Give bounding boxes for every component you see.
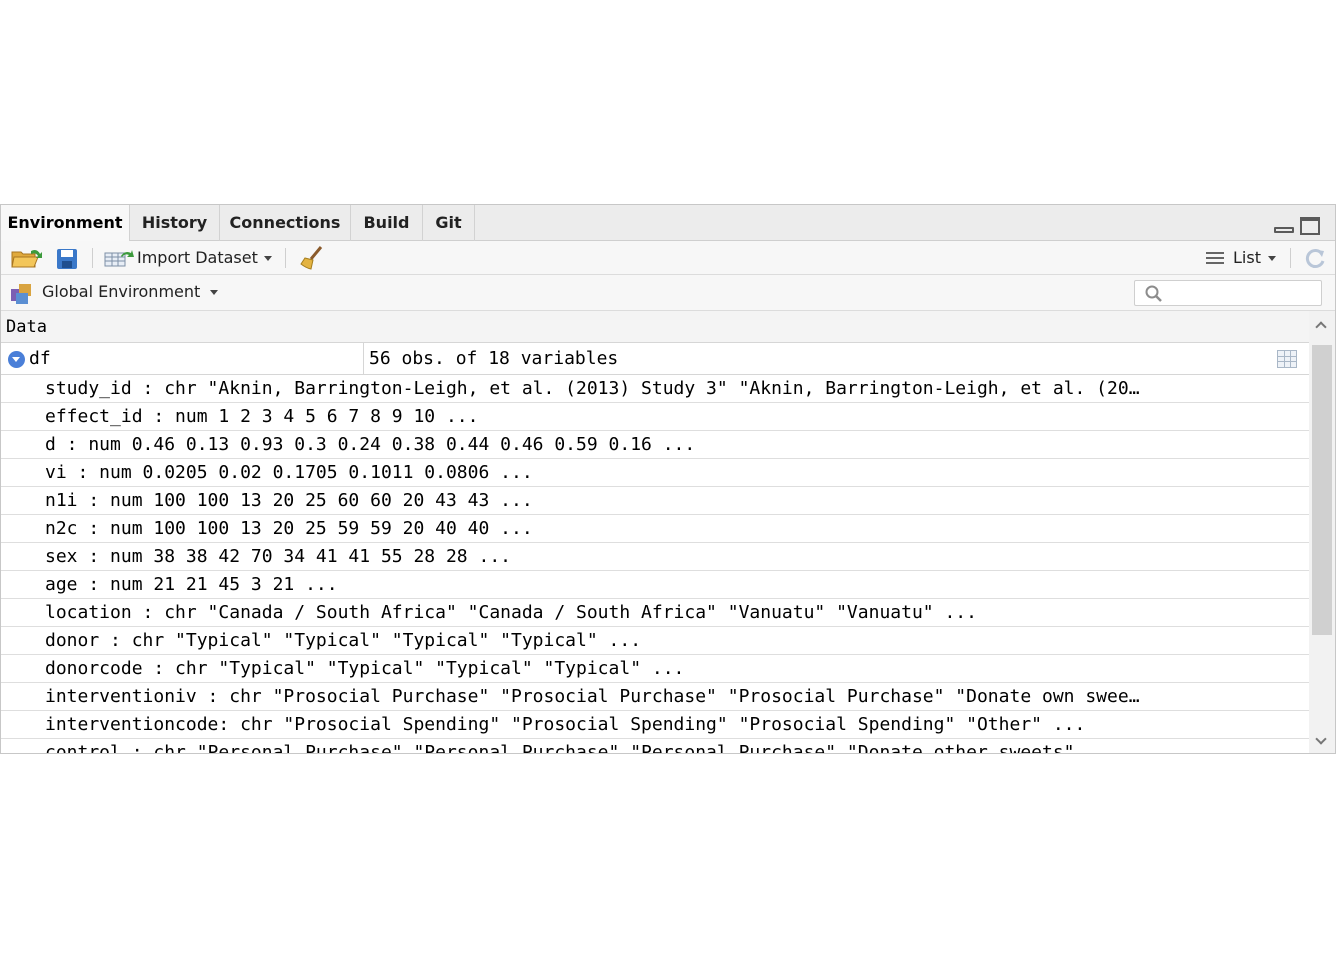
search-input[interactable] <box>1134 280 1322 306</box>
variable-row: sex : num 38 38 42 70 34 41 41 55 28 28 … <box>1 543 1309 571</box>
variable-row: n2c : num 100 100 13 20 25 59 59 20 40 4… <box>1 515 1309 543</box>
import-dataset-button[interactable]: Import Dataset <box>137 241 258 275</box>
refresh-icon[interactable] <box>1303 247 1327 271</box>
tab-bar: Environment History Connections Build Gi… <box>1 205 1335 242</box>
chevron-down-icon[interactable] <box>1268 256 1276 261</box>
variable-row: interventioncode: chr "Prosocial Spendin… <box>1 711 1309 739</box>
environment-selector[interactable]: Global Environment <box>42 275 200 309</box>
variable-row: location : chr "Canada / South Africa" "… <box>1 599 1309 627</box>
tab-connections[interactable]: Connections <box>220 205 351 241</box>
grid-view-icon[interactable] <box>1277 350 1297 368</box>
scrollbar-thumb[interactable] <box>1312 345 1332 635</box>
environment-bar: Global Environment <box>1 275 1335 311</box>
toolbar-separator <box>1290 248 1291 268</box>
vertical-scrollbar[interactable] <box>1309 311 1335 753</box>
search-icon <box>1145 285 1162 302</box>
object-name: df <box>29 348 51 369</box>
environment-icon <box>11 284 31 304</box>
object-row-df[interactable]: df 56 obs. of 18 variables <box>1 343 1309 375</box>
variable-row: interventioniv : chr "Prosocial Purchase… <box>1 683 1309 711</box>
object-summary: 56 obs. of 18 variables <box>369 348 619 369</box>
variable-row: study_id : chr "Aknin, Barrington-Leigh,… <box>1 375 1309 403</box>
tab-git[interactable]: Git <box>423 205 475 241</box>
minimize-pane-icon[interactable] <box>1274 227 1294 233</box>
tab-environment[interactable]: Environment <box>1 205 130 242</box>
environment-toolbar: Import Dataset List <box>1 241 1335 275</box>
save-icon[interactable] <box>56 248 78 270</box>
environment-object-list: Data df 56 obs. of 18 variables study_id… <box>1 311 1309 753</box>
broom-icon[interactable] <box>299 246 325 270</box>
toolbar-separator <box>92 248 93 268</box>
tab-history[interactable]: History <box>130 205 220 241</box>
variable-row: vi : num 0.0205 0.02 0.1705 0.1011 0.080… <box>1 459 1309 487</box>
maximize-pane-icon[interactable] <box>1300 217 1320 235</box>
list-icon[interactable] <box>1206 251 1224 265</box>
environment-pane: Environment History Connections Build Gi… <box>0 204 1336 754</box>
variable-list: study_id : chr "Aknin, Barrington-Leigh,… <box>1 375 1309 753</box>
folder-open-icon[interactable] <box>11 247 43 269</box>
chevron-down-icon[interactable] <box>210 290 218 295</box>
section-header-data: Data <box>1 311 1309 343</box>
variable-row: age : num 21 21 45 3 21 ... <box>1 571 1309 599</box>
chevron-down-icon[interactable] <box>264 256 272 261</box>
variable-row: d : num 0.46 0.13 0.93 0.3 0.24 0.38 0.4… <box>1 431 1309 459</box>
variable-row: control : chr "Personal Purchase" "Perso… <box>1 739 1309 753</box>
variable-row: effect_id : num 1 2 3 4 5 6 7 8 9 10 ... <box>1 403 1309 431</box>
scroll-down-icon[interactable] <box>1315 733 1327 745</box>
table-import-icon[interactable] <box>104 249 134 267</box>
variable-row: donorcode : chr "Typical" "Typical" "Typ… <box>1 655 1309 683</box>
variable-row: n1i : num 100 100 13 20 25 60 60 20 43 4… <box>1 487 1309 515</box>
scroll-up-icon[interactable] <box>1315 321 1327 333</box>
variable-row: donor : chr "Typical" "Typical" "Typical… <box>1 627 1309 655</box>
tab-build[interactable]: Build <box>351 205 423 241</box>
view-mode-selector[interactable]: List <box>1233 241 1261 275</box>
column-divider <box>363 343 364 375</box>
toolbar-separator <box>285 248 286 268</box>
expand-icon[interactable] <box>8 351 25 368</box>
